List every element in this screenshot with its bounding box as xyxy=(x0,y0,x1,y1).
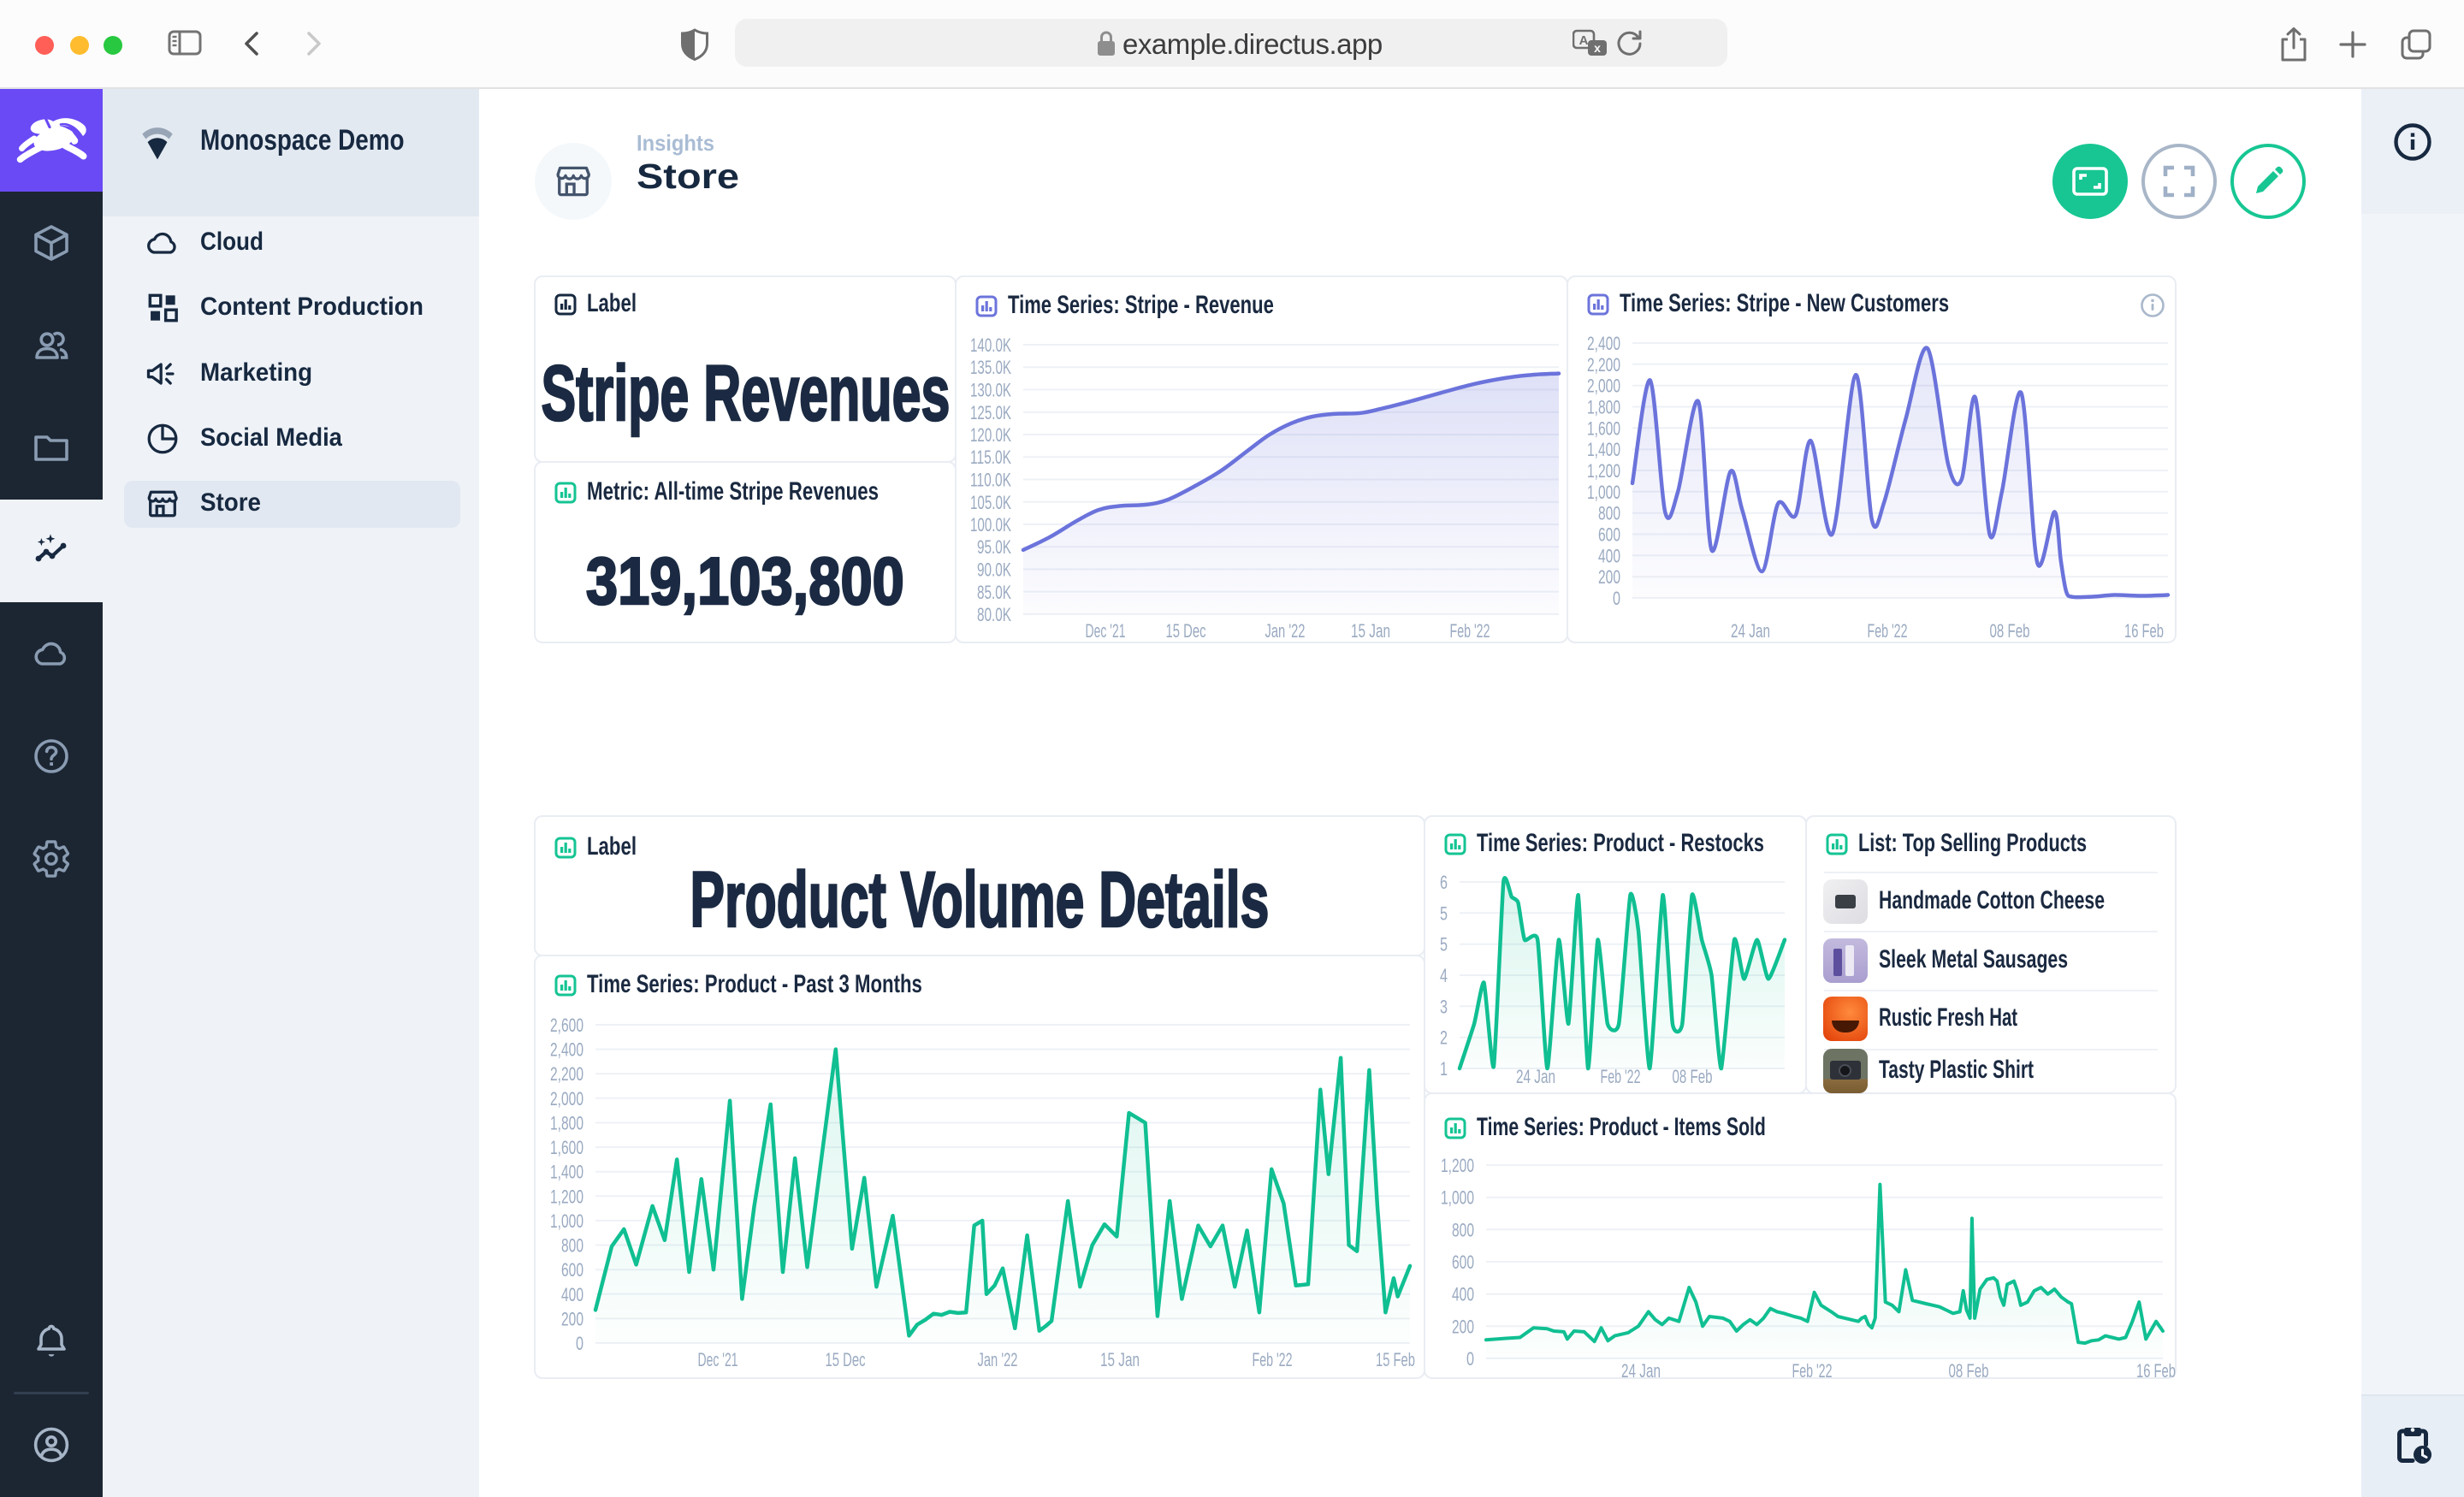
svg-text:90.0K: 90.0K xyxy=(977,559,1011,581)
svg-text:115.0K: 115.0K xyxy=(970,447,1011,468)
svg-text:0: 0 xyxy=(576,1333,583,1354)
svg-text:1,000: 1,000 xyxy=(550,1210,583,1232)
svg-text:3: 3 xyxy=(1440,996,1448,1017)
svg-text:130.0K: 130.0K xyxy=(970,380,1011,401)
svg-text:Jan '22: Jan '22 xyxy=(978,1349,1018,1370)
svg-text:2,200: 2,200 xyxy=(1587,354,1620,376)
svg-text:1,200: 1,200 xyxy=(1587,460,1620,482)
svg-text:2,400: 2,400 xyxy=(550,1039,583,1061)
svg-text:1,600: 1,600 xyxy=(550,1137,583,1158)
svg-text:600: 600 xyxy=(561,1259,583,1281)
svg-text:135.0K: 135.0K xyxy=(970,357,1011,378)
svg-text:x: x xyxy=(1594,41,1601,55)
svg-text:100.0K: 100.0K xyxy=(970,514,1011,535)
svg-text:Feb '22: Feb '22 xyxy=(1792,1360,1833,1379)
svg-text:800: 800 xyxy=(1598,503,1620,524)
svg-text:15 Dec: 15 Dec xyxy=(1166,620,1206,642)
svg-text:0: 0 xyxy=(1466,1348,1474,1370)
svg-text:80.0K: 80.0K xyxy=(977,604,1011,625)
svg-text:2,000: 2,000 xyxy=(550,1088,583,1109)
svg-text:800: 800 xyxy=(1452,1219,1474,1240)
svg-text:120.0K: 120.0K xyxy=(970,424,1011,446)
svg-text:A: A xyxy=(1579,33,1589,48)
svg-text:85.0K: 85.0K xyxy=(977,582,1011,603)
svg-text:24 Jan: 24 Jan xyxy=(1731,620,1770,642)
svg-text:1,000: 1,000 xyxy=(1587,482,1620,503)
svg-text:Feb '22: Feb '22 xyxy=(1868,620,1908,642)
svg-text:2,000: 2,000 xyxy=(1587,376,1620,397)
svg-text:125.0K: 125.0K xyxy=(970,402,1011,423)
svg-text:2,200: 2,200 xyxy=(550,1063,583,1085)
svg-text:4: 4 xyxy=(1440,965,1448,986)
svg-text:15 Jan: 15 Jan xyxy=(1100,1349,1140,1370)
svg-text:24 Jan: 24 Jan xyxy=(1516,1066,1555,1087)
svg-text:1,800: 1,800 xyxy=(1587,397,1620,418)
svg-text:5: 5 xyxy=(1440,902,1448,924)
svg-text:15 Dec: 15 Dec xyxy=(826,1349,866,1370)
svg-text:110.0K: 110.0K xyxy=(970,470,1011,491)
svg-text:1,600: 1,600 xyxy=(1587,417,1620,439)
svg-text:15 Jan: 15 Jan xyxy=(1351,620,1390,642)
svg-text:400: 400 xyxy=(1452,1284,1474,1305)
svg-text:600: 600 xyxy=(1452,1251,1474,1273)
svg-text:1,000: 1,000 xyxy=(1441,1187,1474,1209)
svg-text:200: 200 xyxy=(561,1308,583,1329)
svg-text:16 Feb: 16 Feb xyxy=(2136,1360,2176,1379)
svg-text:1,400: 1,400 xyxy=(1587,439,1620,460)
svg-text:600: 600 xyxy=(1598,524,1620,546)
svg-text:24 Jan: 24 Jan xyxy=(1621,1360,1661,1379)
svg-text:Dec '21: Dec '21 xyxy=(1086,620,1126,642)
svg-text:2: 2 xyxy=(1440,1027,1448,1049)
svg-text:200: 200 xyxy=(1452,1316,1474,1337)
svg-text:Feb '22: Feb '22 xyxy=(1450,620,1490,642)
svg-text:5: 5 xyxy=(1440,934,1448,956)
svg-text:08 Feb: 08 Feb xyxy=(1990,620,2030,642)
svg-text:400: 400 xyxy=(1598,545,1620,566)
svg-text:1,200: 1,200 xyxy=(1441,1155,1474,1176)
svg-text:Dec '21: Dec '21 xyxy=(698,1349,738,1370)
svg-text:1,400: 1,400 xyxy=(550,1162,583,1183)
svg-text:08 Feb: 08 Feb xyxy=(1949,1360,1989,1379)
svg-text:95.0K: 95.0K xyxy=(977,536,1011,558)
svg-text:1,800: 1,800 xyxy=(550,1113,583,1134)
svg-text:6: 6 xyxy=(1440,872,1448,893)
svg-text:Jan '22: Jan '22 xyxy=(1265,620,1306,642)
svg-text:140.0K: 140.0K xyxy=(970,334,1011,356)
svg-text:2,400: 2,400 xyxy=(1587,333,1620,354)
svg-text:Feb '22: Feb '22 xyxy=(1601,1066,1641,1087)
svg-text:1: 1 xyxy=(1440,1058,1448,1080)
svg-text:Feb '22: Feb '22 xyxy=(1253,1349,1293,1370)
svg-text:800: 800 xyxy=(561,1235,583,1257)
svg-text:16 Feb: 16 Feb xyxy=(2124,620,2164,642)
svg-text:400: 400 xyxy=(561,1284,583,1305)
svg-text:0: 0 xyxy=(1613,588,1620,609)
svg-text:2,600: 2,600 xyxy=(550,1015,583,1036)
svg-text:200: 200 xyxy=(1598,566,1620,588)
svg-text:15 Feb: 15 Feb xyxy=(1376,1349,1415,1370)
svg-text:1,200: 1,200 xyxy=(550,1186,583,1207)
svg-text:08 Feb: 08 Feb xyxy=(1673,1066,1713,1087)
svg-text:105.0K: 105.0K xyxy=(970,492,1011,513)
